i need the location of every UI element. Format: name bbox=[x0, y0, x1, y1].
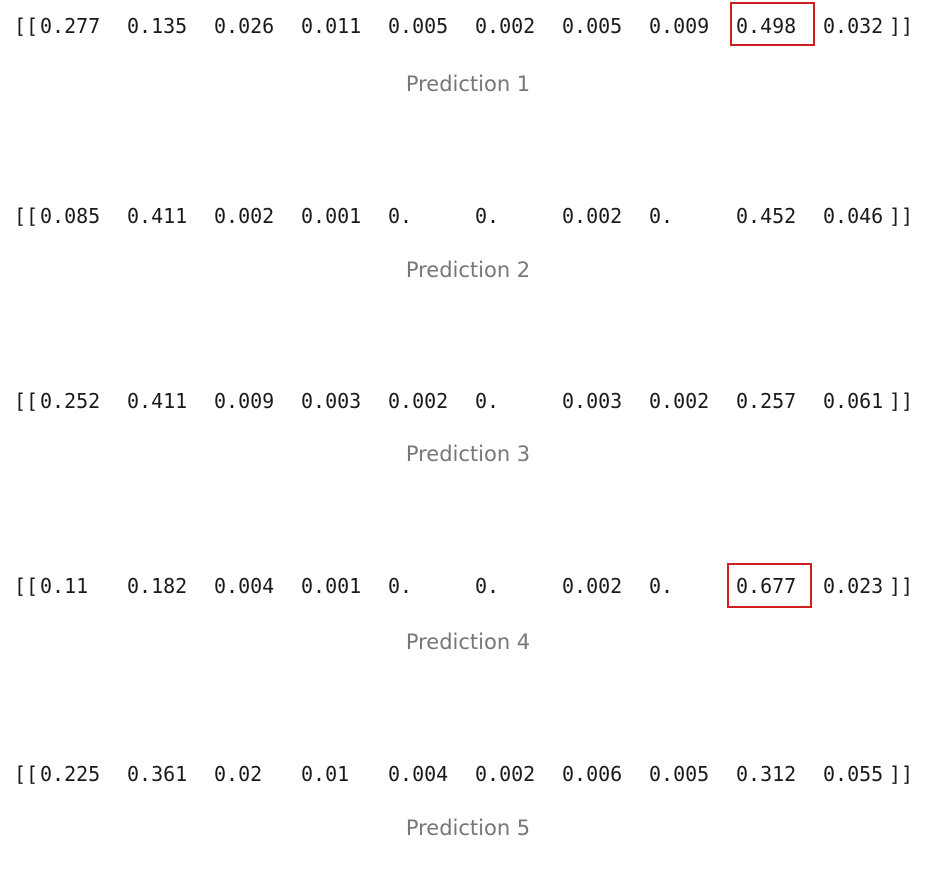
probability-value: 0.361 bbox=[127, 762, 188, 786]
probability-value: 0.002 bbox=[562, 204, 623, 228]
probability-value: 0.452 bbox=[736, 204, 797, 228]
probability-value: 0.009 bbox=[649, 14, 710, 38]
probability-value: 0.001 bbox=[301, 574, 362, 598]
probability-value: 0.085 bbox=[40, 204, 101, 228]
probability-value: 0.005 bbox=[562, 14, 623, 38]
probability-value: 0.011 bbox=[301, 14, 362, 38]
max-probability-highlight-box bbox=[730, 2, 815, 46]
prediction-row-2: [[ 0.085 0.411 0.002 0.001 0. 0. 0.002 0… bbox=[0, 196, 944, 236]
probability-value: 0.411 bbox=[127, 389, 188, 413]
bracket-open: [[ bbox=[14, 389, 39, 413]
probability-value: 0.046 bbox=[823, 204, 884, 228]
prediction-caption-3: Prediction 3 bbox=[405, 442, 531, 466]
probability-value: 0.182 bbox=[127, 574, 188, 598]
probability-value: 0.02 bbox=[214, 762, 263, 786]
prediction-row-4: [[ 0.11 0.182 0.004 0.001 0. 0. 0.002 0.… bbox=[0, 563, 944, 608]
bracket-open: [[ bbox=[14, 14, 39, 38]
probability-value: 0.257 bbox=[736, 389, 797, 413]
probability-value: 0.001 bbox=[301, 204, 362, 228]
prediction-caption-4: Prediction 4 bbox=[405, 630, 531, 654]
probability-value: 0.026 bbox=[214, 14, 275, 38]
prediction-caption-5: Prediction 5 bbox=[405, 816, 531, 840]
probability-value: 0.11 bbox=[40, 574, 89, 598]
bracket-close: ]] bbox=[889, 204, 914, 228]
probability-value: 0.225 bbox=[40, 762, 101, 786]
prediction-row-1: [[ 0.277 0.135 0.026 0.011 0.005 0.002 0… bbox=[0, 2, 944, 46]
probability-value: 0.002 bbox=[388, 389, 449, 413]
probability-value: 0.009 bbox=[214, 389, 275, 413]
probability-value: 0.002 bbox=[214, 204, 275, 228]
probability-value: 0. bbox=[475, 389, 500, 413]
probability-value: 0.032 bbox=[823, 14, 884, 38]
bracket-close: ]] bbox=[889, 389, 914, 413]
probability-value: 0.002 bbox=[475, 762, 536, 786]
bracket-close: ]] bbox=[889, 14, 914, 38]
probability-value: 0.002 bbox=[475, 14, 536, 38]
probability-value: 0. bbox=[388, 574, 413, 598]
prediction-row-5: [[ 0.225 0.361 0.02 0.01 0.004 0.002 0.0… bbox=[0, 754, 944, 794]
probability-value: 0.061 bbox=[823, 389, 884, 413]
prediction-row-3: [[ 0.252 0.411 0.009 0.003 0.002 0. 0.00… bbox=[0, 381, 944, 421]
probability-value: 0.411 bbox=[127, 204, 188, 228]
probability-value: 0.135 bbox=[127, 14, 188, 38]
max-probability-highlight-box bbox=[727, 563, 812, 608]
prediction-caption-1: Prediction 1 bbox=[405, 72, 531, 96]
probability-value: 0.023 bbox=[823, 574, 884, 598]
probability-value: 0. bbox=[475, 574, 500, 598]
probability-value: 0.005 bbox=[649, 762, 710, 786]
probability-value: 0.312 bbox=[736, 762, 797, 786]
probability-value: 0.004 bbox=[214, 574, 275, 598]
bracket-close: ]] bbox=[889, 762, 914, 786]
probability-value: 0. bbox=[649, 574, 674, 598]
probability-value: 0.01 bbox=[301, 762, 350, 786]
probability-value: 0.002 bbox=[649, 389, 710, 413]
probability-value: 0.005 bbox=[388, 14, 449, 38]
probability-value: 0. bbox=[649, 204, 674, 228]
probability-value: 0.252 bbox=[40, 389, 101, 413]
probability-value: 0.003 bbox=[301, 389, 362, 413]
probability-value: 0.055 bbox=[823, 762, 884, 786]
probability-value: 0.004 bbox=[388, 762, 449, 786]
probability-value: 0. bbox=[475, 204, 500, 228]
probability-value: 0.003 bbox=[562, 389, 623, 413]
bracket-open: [[ bbox=[14, 204, 39, 228]
bracket-open: [[ bbox=[14, 762, 39, 786]
probability-value: 0.277 bbox=[40, 14, 101, 38]
probability-value: 0.006 bbox=[562, 762, 623, 786]
probability-value: 0. bbox=[388, 204, 413, 228]
prediction-caption-2: Prediction 2 bbox=[405, 258, 531, 282]
bracket-open: [[ bbox=[14, 574, 39, 598]
probability-value: 0.002 bbox=[562, 574, 623, 598]
bracket-close: ]] bbox=[889, 574, 914, 598]
